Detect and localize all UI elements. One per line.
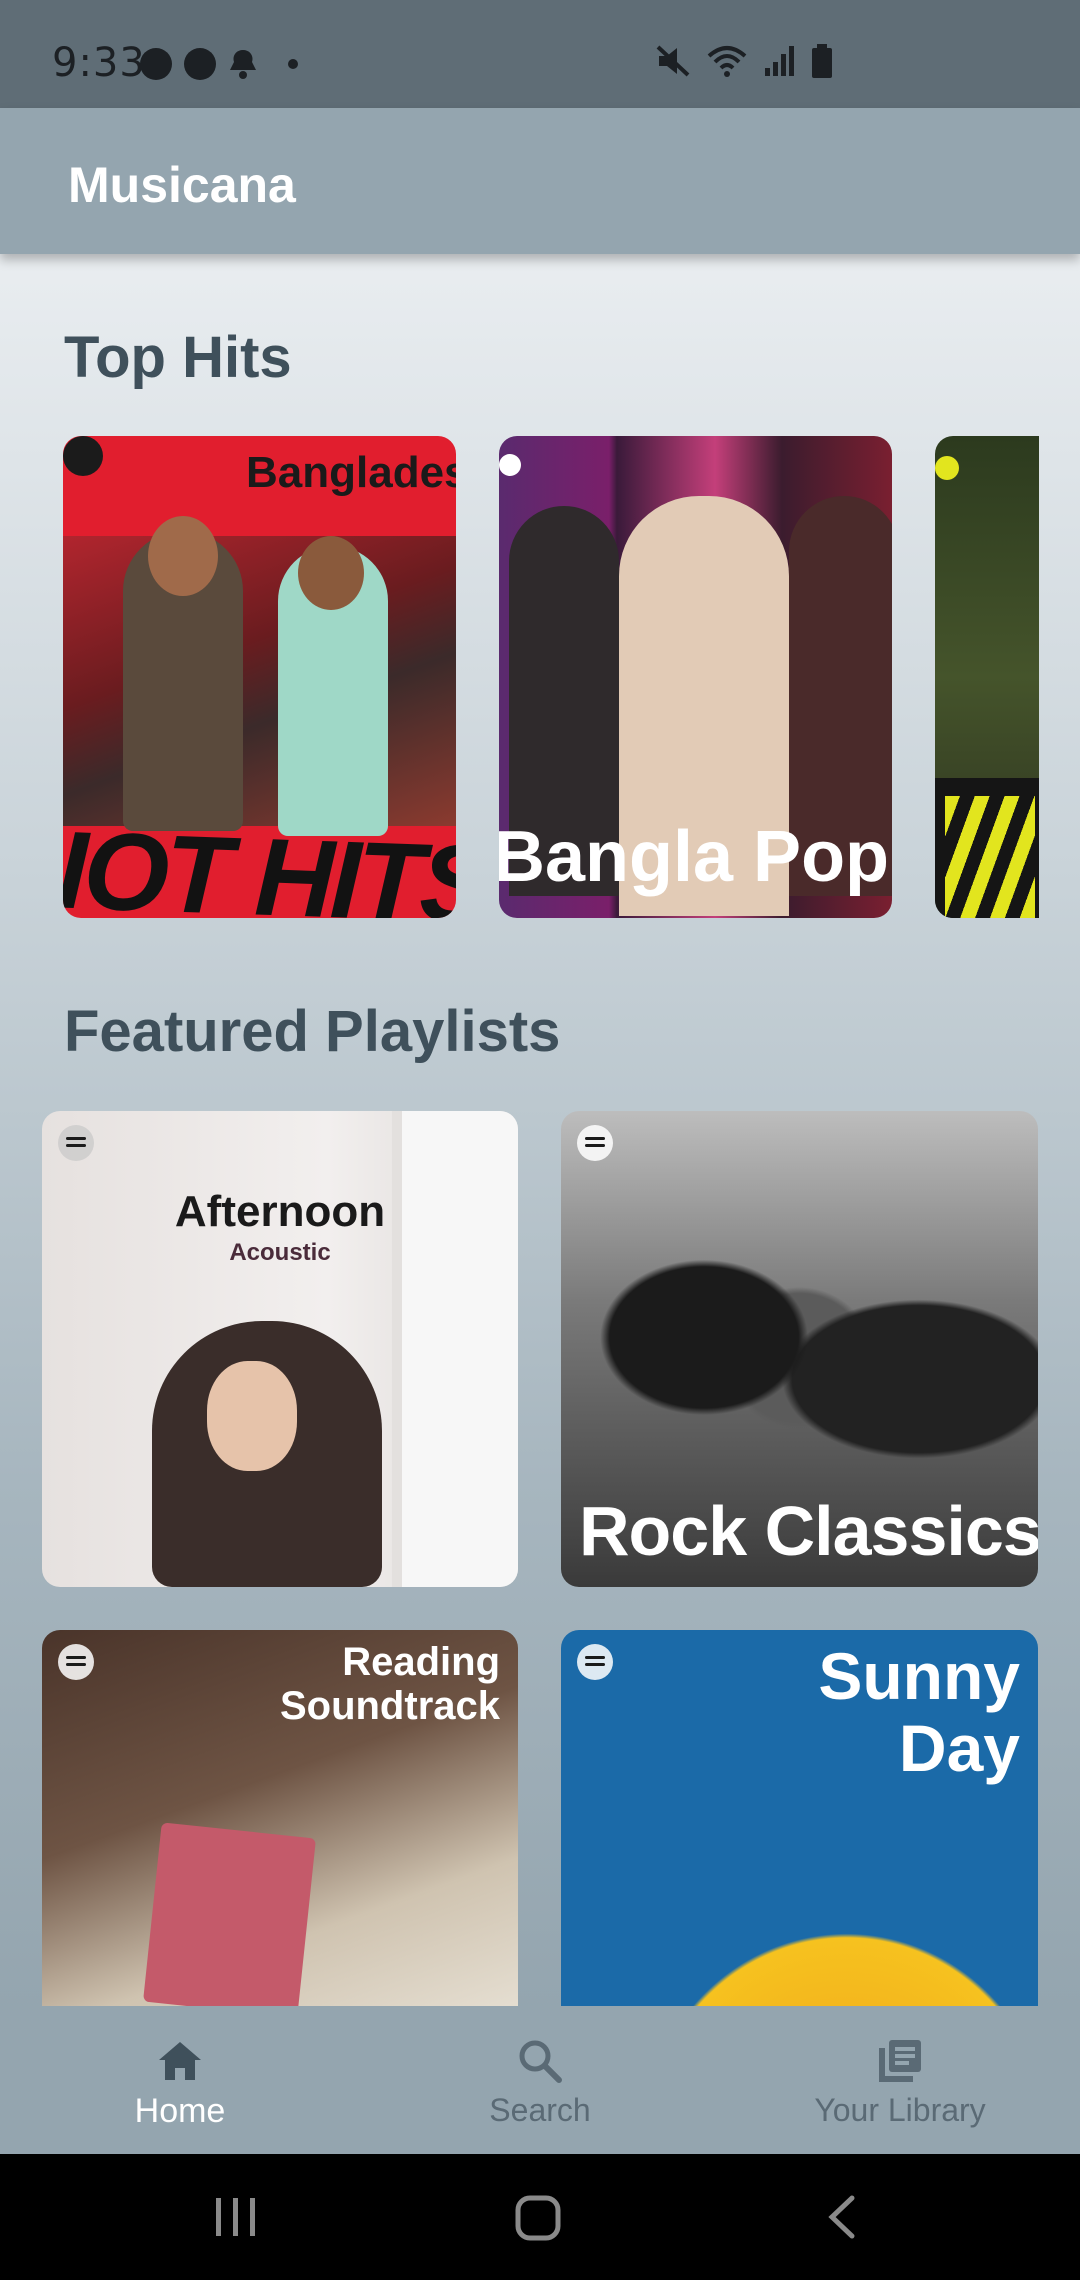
search-icon bbox=[519, 2040, 562, 2083]
featured-playlists-title: Featured Playlists bbox=[64, 999, 561, 1064]
app-title: Musicana bbox=[68, 157, 296, 213]
nav-search-label: Search bbox=[489, 2092, 591, 2128]
spotify-icon bbox=[935, 456, 959, 480]
back-icon[interactable] bbox=[822, 2194, 862, 2240]
nav-home[interactable]: Home bbox=[30, 2036, 330, 2146]
messenger-icon bbox=[184, 48, 216, 80]
spotify-icon bbox=[58, 1644, 94, 1680]
status-bar: 9:33 bbox=[0, 0, 1080, 108]
playlist-card[interactable]: Rock Classics bbox=[561, 1111, 1038, 1587]
messenger-icon bbox=[140, 48, 172, 80]
card-title: Rock Classics bbox=[579, 1492, 1038, 1570]
status-time: 9:33 bbox=[52, 40, 146, 86]
spotify-icon bbox=[499, 454, 521, 476]
card-title-line1: Reading bbox=[342, 1640, 500, 1684]
nav-home-label: Home bbox=[134, 2092, 226, 2130]
notification-icons bbox=[140, 48, 298, 80]
card-title-line1: Sunny bbox=[818, 1639, 1020, 1713]
card-title-line2: Soundtrack bbox=[279, 1684, 500, 1728]
spotify-icon bbox=[577, 1644, 613, 1680]
bottom-navigation: Home Search Your Library bbox=[0, 2006, 1080, 2154]
playlist-card[interactable]: Reading Soundtrack bbox=[42, 1630, 518, 2006]
top-hits-card[interactable]: Banglades IOT HITS bbox=[63, 436, 456, 918]
home-icon bbox=[159, 2042, 201, 2080]
card-title-large: IOT HITS bbox=[63, 808, 456, 918]
playlist-card[interactable]: Afternoon Acoustic bbox=[42, 1111, 518, 1587]
battery-icon bbox=[812, 44, 832, 78]
spotify-icon bbox=[577, 1125, 613, 1161]
signal-icon bbox=[765, 46, 794, 76]
mute-icon bbox=[656, 45, 690, 77]
spotify-icon bbox=[63, 436, 103, 476]
top-hits-card[interactable]: Bangla Pop bbox=[499, 436, 892, 918]
card-title: Bangla Pop bbox=[499, 817, 890, 897]
nav-library-label: Your Library bbox=[814, 2092, 986, 2128]
top-hits-title: Top Hits bbox=[64, 325, 292, 390]
notification-icon bbox=[230, 50, 256, 79]
nav-search[interactable]: Search bbox=[390, 2036, 690, 2146]
card-title-line2: Day bbox=[898, 1711, 1020, 1785]
card-title: Afternoon bbox=[174, 1187, 386, 1236]
card-artwork bbox=[63, 536, 456, 826]
spotify-icon bbox=[58, 1125, 94, 1161]
recent-apps-icon[interactable] bbox=[212, 2194, 260, 2240]
system-icons bbox=[655, 44, 833, 78]
nav-library[interactable]: Your Library bbox=[750, 2036, 1050, 2146]
more-notifications-dot bbox=[288, 59, 298, 69]
home-button-icon[interactable] bbox=[514, 2194, 562, 2242]
playlist-card[interactable]: Sunny Day bbox=[561, 1630, 1038, 2006]
card-subtitle: Acoustic bbox=[229, 1239, 331, 1266]
main-content[interactable]: Top Hits Banglades IOT HITS Bangla Pop F… bbox=[0, 254, 1080, 2006]
system-navigation-bar bbox=[0, 2154, 1080, 2280]
top-hits-card[interactable] bbox=[935, 436, 1039, 918]
card-title: Banglades bbox=[246, 448, 456, 497]
library-icon bbox=[879, 2040, 921, 2082]
app-bar: Musicana bbox=[0, 108, 1080, 254]
wifi-icon bbox=[707, 46, 747, 77]
